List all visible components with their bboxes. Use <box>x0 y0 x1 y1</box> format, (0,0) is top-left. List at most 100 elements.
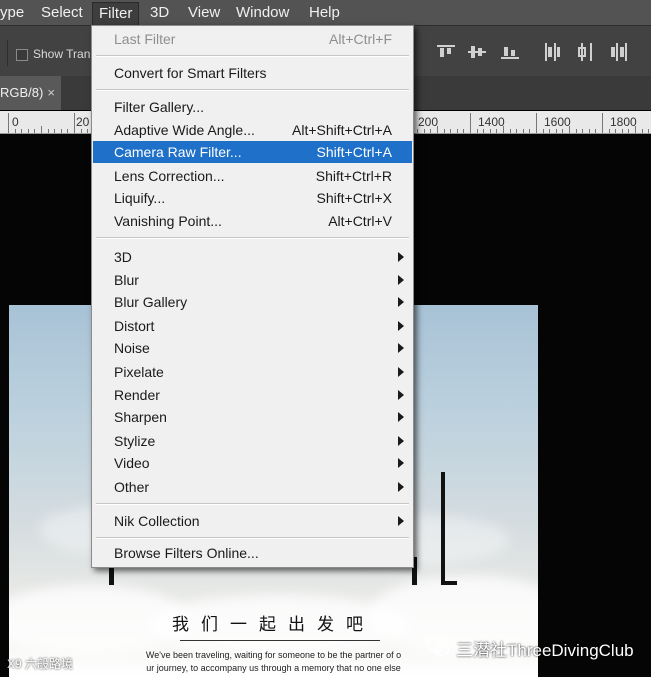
submenu-arrow-icon <box>398 275 404 285</box>
menu-item-last-filter: Last Filter Alt+Ctrl+F <box>114 31 392 47</box>
menu-item-browse-filters-online[interactable]: Browse Filters Online... <box>93 542 412 564</box>
ruler-tick <box>589 129 590 133</box>
submenu-arrow-icon <box>398 482 404 492</box>
submenu-arrow-icon <box>398 516 404 526</box>
submenu-arrow-icon <box>398 252 404 262</box>
ruler-label: 0 <box>12 115 19 129</box>
ruler-tick <box>595 129 596 133</box>
menu-item-distort[interactable]: Distort <box>93 315 412 337</box>
menu-item-nik-collection[interactable]: Nik Collection <box>93 510 412 532</box>
submenu-arrow-icon <box>398 297 404 307</box>
menu-separator <box>96 503 409 505</box>
ruler-tick <box>54 129 55 133</box>
menu-item-pixelate[interactable]: Pixelate <box>93 361 412 383</box>
ruler-tick <box>562 129 563 133</box>
menu-3d[interactable]: 3D <box>150 3 169 23</box>
submenu-arrow-icon <box>398 321 404 331</box>
menu-item-lens-correction[interactable]: Lens Correction... Shift+Ctrl+R <box>93 165 412 187</box>
menu-item-stylize[interactable]: Stylize <box>93 430 412 452</box>
menu-item-noise[interactable]: Noise <box>93 337 412 359</box>
ruler-label: 200 <box>418 115 439 129</box>
menu-separator <box>96 537 409 539</box>
ruler-tick <box>417 129 418 133</box>
ruler-tick <box>477 129 478 133</box>
ruler-tick <box>602 113 603 133</box>
ruler-tick <box>21 129 22 133</box>
ruler-tick <box>496 129 497 133</box>
menu-type[interactable]: ype <box>0 3 24 23</box>
menu-filter[interactable]: Filter <box>92 2 140 26</box>
menu-item-liquify[interactable]: Liquify... Shift+Ctrl+X <box>93 187 412 209</box>
ruler-label: 1800 <box>610 115 637 129</box>
menu-window[interactable]: Window <box>236 3 289 23</box>
ruler-tick <box>444 129 445 133</box>
menu-item-blur[interactable]: Blur <box>93 269 412 291</box>
title-letter-l-foot <box>441 581 457 585</box>
ruler-tick <box>490 129 491 133</box>
ruler-tick <box>615 129 616 133</box>
ruler-tick <box>576 129 577 133</box>
watermark-text: 三潜社ThreeDivingClub <box>456 641 634 660</box>
ruler-label: 1600 <box>544 115 571 129</box>
menu-help[interactable]: Help <box>309 3 340 23</box>
menu-item-video[interactable]: Video <box>93 452 412 474</box>
ruler-tick <box>622 129 623 133</box>
menu-separator <box>96 89 409 91</box>
menu-item-other[interactable]: Other <box>93 476 412 498</box>
ruler-tick <box>437 126 438 133</box>
menu-item-camera-raw-filter[interactable]: Camera Raw Filter... Shift+Ctrl+A <box>93 141 412 163</box>
distribute-left-icon[interactable] <box>543 42 561 62</box>
ruler-tick <box>48 129 49 133</box>
menu-item-sharpen[interactable]: Sharpen <box>93 406 412 428</box>
ruler-tick <box>628 129 629 133</box>
poster-body-line: ur journey, to accompany us through a me… <box>146 663 401 673</box>
ruler-tick <box>41 126 42 133</box>
ruler-tick <box>523 129 524 133</box>
menu-view[interactable]: View <box>188 3 220 23</box>
ruler-tick <box>609 129 610 133</box>
menu-item-adaptive-wide-angle[interactable]: Adaptive Wide Angle... Alt+Shift+Ctrl+A <box>93 119 412 141</box>
submenu-arrow-icon <box>398 412 404 422</box>
filter-menu-dropdown: Last Filter Alt+Ctrl+F Convert for Smart … <box>91 25 414 568</box>
align-top-edges-icon[interactable] <box>437 42 455 62</box>
menu-select[interactable]: Select <box>41 3 83 23</box>
ruler-tick <box>74 113 75 133</box>
document-tab[interactable]: RGB/8) × <box>0 76 61 110</box>
show-transform-label: Show Tran <box>33 47 91 61</box>
distribute-horizontal-centers-icon[interactable] <box>577 42 595 62</box>
ruler-tick <box>8 113 9 133</box>
poster-chinese-title: 我们一起出发吧 <box>172 615 375 635</box>
align-vertical-centers-icon[interactable] <box>468 42 486 62</box>
submenu-arrow-icon <box>398 436 404 446</box>
ruler-tick <box>642 129 643 133</box>
ruler-tick <box>430 129 431 133</box>
menu-item-render[interactable]: Render <box>93 384 412 406</box>
options-divider <box>7 40 8 66</box>
ruler-tick <box>81 129 82 133</box>
close-tab-icon[interactable]: × <box>47 85 55 100</box>
document-tab-title: RGB/8) <box>0 85 44 100</box>
ruler-tick <box>529 129 530 133</box>
ruler-tick <box>582 129 583 133</box>
submenu-arrow-icon <box>398 458 404 468</box>
ruler-tick <box>28 129 29 133</box>
show-transform-checkbox[interactable] <box>16 49 28 61</box>
menu-item-convert-smart-filters[interactable]: Convert for Smart Filters <box>93 62 412 84</box>
ruler-tick <box>556 129 557 133</box>
ruler-tick <box>470 113 471 133</box>
menu-item-3d[interactable]: 3D <box>93 246 412 268</box>
submenu-arrow-icon <box>398 367 404 377</box>
ruler-tick <box>67 129 68 133</box>
ruler-tick <box>510 129 511 133</box>
menu-item-filter-gallery[interactable]: Filter Gallery... <box>93 96 412 118</box>
distribute-right-icon[interactable] <box>610 42 628 62</box>
poster-divider <box>180 640 380 641</box>
menu-item-vanishing-point[interactable]: Vanishing Point... Alt+Ctrl+V <box>93 210 412 232</box>
ruler-tick <box>463 129 464 133</box>
align-bottom-edges-icon[interactable] <box>501 42 519 62</box>
menu-item-blur-gallery[interactable]: Blur Gallery <box>93 291 412 313</box>
ruler-label: 1400 <box>478 115 505 129</box>
submenu-arrow-icon <box>398 343 404 353</box>
wechat-icon <box>426 637 450 656</box>
ruler-tick <box>87 129 88 133</box>
